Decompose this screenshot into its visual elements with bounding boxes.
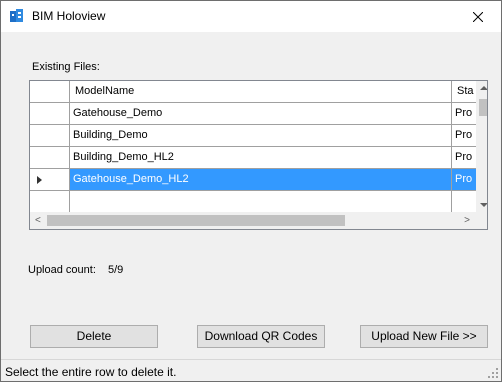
row-header[interactable] (30, 169, 70, 191)
delete-button[interactable]: Delete (30, 325, 158, 348)
table-row[interactable]: Building_Demo_HL2 Pro (30, 147, 487, 169)
bim-logo-icon (10, 9, 23, 22)
model-name-cell[interactable]: Gatehouse_Demo (70, 103, 452, 125)
row-header[interactable] (30, 125, 70, 147)
title-bar[interactable]: BIM Holoview (1, 1, 501, 32)
upload-count-value: 5/9 (108, 264, 124, 276)
upload-count-label: Upload count: (28, 264, 96, 276)
current-row-arrow-icon (37, 176, 42, 184)
table-row[interactable]: Gatehouse_Demo Pro (30, 103, 487, 125)
model-name-cell[interactable]: Gatehouse_Demo_HL2 (70, 169, 452, 191)
column-header-modelname[interactable]: ModelName (70, 81, 452, 103)
scroll-left-icon[interactable]: < (35, 216, 41, 226)
horizontal-scrollbar[interactable]: < > (30, 212, 476, 229)
status-text: Select the entire row to delete it. (5, 365, 177, 379)
scroll-right-icon[interactable]: > (464, 216, 470, 226)
download-qr-codes-button[interactable]: Download QR Codes (197, 325, 325, 348)
model-name-cell[interactable]: Building_Demo_HL2 (70, 147, 452, 169)
new-row[interactable] (30, 191, 487, 213)
scroll-down-icon[interactable] (480, 203, 487, 207)
row-header[interactable] (30, 191, 70, 213)
close-icon (473, 11, 483, 22)
row-header[interactable] (30, 103, 70, 125)
window-title: BIM Holoview (32, 9, 106, 23)
new-row-cell[interactable] (70, 191, 452, 213)
table-row-selected[interactable]: Gatehouse_Demo_HL2 Pro (30, 169, 487, 191)
resize-grip-icon[interactable] (487, 367, 499, 379)
horizontal-scroll-thumb[interactable] (47, 215, 345, 226)
vertical-scroll-thumb[interactable] (479, 99, 487, 116)
vertical-scrollbar[interactable] (476, 81, 487, 212)
files-grid[interactable]: ModelName Sta Gatehouse_Demo Pro Buildin… (29, 80, 488, 230)
existing-files-label: Existing Files: (32, 61, 100, 73)
scroll-up-icon[interactable] (480, 86, 487, 90)
status-bar: Select the entire row to delete it. (1, 359, 501, 381)
table-row[interactable]: Building_Demo Pro (30, 125, 487, 147)
grid-corner-header[interactable] (30, 81, 70, 103)
model-name-cell[interactable]: Building_Demo (70, 125, 452, 147)
grid-header-row: ModelName Sta (30, 81, 487, 103)
scrollbar-corner (476, 212, 487, 229)
main-window: BIM Holoview Existing Files: ModelName S… (0, 0, 502, 382)
column-header-modelname-label: ModelName (75, 85, 135, 97)
row-header[interactable] (30, 147, 70, 169)
upload-new-file-button[interactable]: Upload New File >> (360, 325, 488, 348)
column-header-status-label: Sta (457, 85, 474, 97)
close-button[interactable] (455, 1, 501, 32)
